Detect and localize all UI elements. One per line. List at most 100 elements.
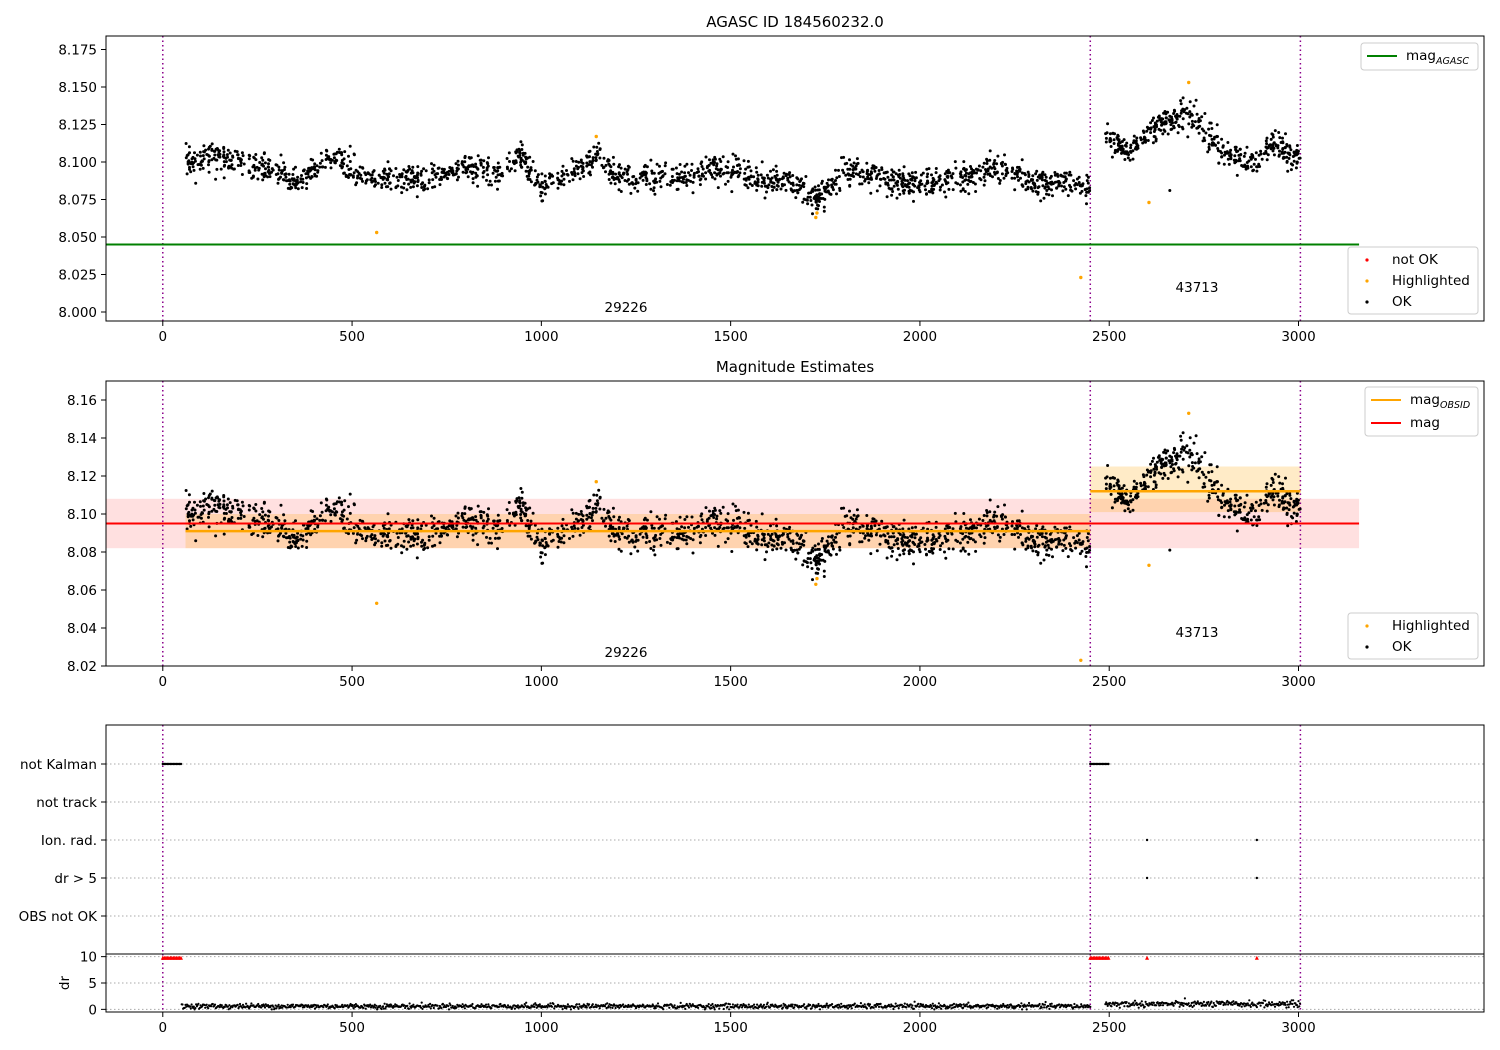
- ok-point: [1132, 134, 1136, 138]
- ok-point: [982, 183, 986, 187]
- ok-point: [1289, 497, 1293, 501]
- ok-point: [419, 173, 423, 177]
- ok-point: [866, 175, 870, 179]
- ok-point: [1164, 461, 1168, 465]
- ok-point: [306, 171, 310, 175]
- ok-point: [208, 492, 212, 496]
- ok-point: [497, 179, 501, 183]
- ok-point: [1277, 475, 1281, 479]
- ok-point: [594, 159, 598, 163]
- ok-point: [823, 189, 827, 193]
- ok-point: [529, 537, 533, 541]
- ok-point: [589, 516, 593, 520]
- ok-point: [380, 541, 384, 545]
- ok-point: [611, 170, 615, 174]
- ok-point: [919, 179, 923, 183]
- ok-point: [690, 169, 693, 172]
- ok-point: [464, 171, 468, 175]
- highlighted-point: [1079, 275, 1083, 280]
- ok-point: [1129, 146, 1133, 150]
- ok-point: [683, 174, 687, 178]
- ok-point: [427, 535, 431, 539]
- ok-point: [1209, 463, 1213, 467]
- ok-point: [1207, 470, 1211, 474]
- ok-point: [248, 171, 252, 174]
- ok-point: [815, 193, 819, 197]
- ok-point: [849, 173, 853, 177]
- dr-point: [291, 1003, 295, 1006]
- ok-point: [1053, 173, 1057, 177]
- ok-point: [1027, 180, 1031, 184]
- ok-point: [202, 150, 206, 154]
- ok-point: [887, 186, 891, 190]
- ok-point: [256, 534, 260, 537]
- ok-point: [1295, 144, 1299, 147]
- ok-point: [1108, 132, 1112, 136]
- ok-point: [1278, 498, 1281, 502]
- ok-point: [1203, 451, 1207, 455]
- ok-point: [479, 514, 483, 518]
- ok-point: [903, 548, 906, 552]
- ok-point: [258, 161, 262, 164]
- ok-point: [925, 539, 929, 543]
- ok-point: [1184, 111, 1188, 115]
- ok-point: [240, 173, 244, 176]
- ok-point: [1002, 176, 1006, 180]
- ok-point: [1192, 441, 1196, 445]
- ok-point: [878, 177, 882, 181]
- ok-point: [496, 161, 500, 165]
- ok-point: [1202, 136, 1206, 140]
- ok-point: [746, 176, 750, 180]
- ok-point: [562, 183, 566, 187]
- ok-point: [618, 180, 622, 184]
- ok-point: [905, 543, 909, 547]
- ok-point: [743, 526, 747, 530]
- ok-point: [1061, 549, 1065, 553]
- ok-point: [954, 181, 958, 185]
- ok-point: [323, 165, 327, 169]
- ok-point: [744, 542, 748, 546]
- flag-category-label: not Kalman: [20, 757, 97, 773]
- ok-point: [659, 176, 663, 180]
- ok-point: [214, 534, 218, 538]
- ok-point: [463, 160, 467, 164]
- ok-point: [769, 538, 773, 541]
- ok-point: [756, 177, 760, 181]
- legend-highlighted: Highlighted: [1392, 273, 1470, 289]
- ok-point: [224, 507, 228, 511]
- ok-point: [910, 171, 914, 175]
- ok-point: [630, 539, 634, 543]
- dr-point: [375, 1004, 378, 1007]
- ok-point: [463, 505, 467, 509]
- ok-point: [760, 538, 764, 542]
- ok-point: [468, 156, 472, 160]
- ok-point: [520, 496, 524, 500]
- ok-point: [786, 535, 790, 539]
- ok-point: [386, 512, 390, 516]
- ok-point: [823, 549, 827, 553]
- ok-point: [438, 541, 442, 545]
- ok-point: [760, 184, 764, 188]
- ok-point: [515, 150, 519, 154]
- ok-point: [882, 177, 886, 180]
- ok-point: [294, 519, 297, 523]
- ok-point: [864, 177, 867, 181]
- ok-point: [802, 559, 806, 563]
- ok-point: [801, 563, 805, 567]
- ok-point: [1264, 139, 1268, 143]
- ok-point: [488, 179, 492, 183]
- ok-point: [455, 535, 459, 539]
- ok-point: [715, 517, 719, 521]
- ok-point: [192, 168, 196, 172]
- ok-point: [1254, 509, 1257, 513]
- x-tick-label: 2500: [1092, 674, 1126, 690]
- ok-point: [341, 518, 344, 522]
- ok-point: [871, 164, 875, 168]
- ok-point: [829, 178, 833, 182]
- ok-point: [325, 149, 329, 153]
- ok-point: [1085, 565, 1088, 569]
- ok-point: [440, 167, 444, 171]
- ok-point: [1143, 482, 1147, 486]
- ok-point: [400, 185, 403, 189]
- ok-point: [1229, 156, 1233, 160]
